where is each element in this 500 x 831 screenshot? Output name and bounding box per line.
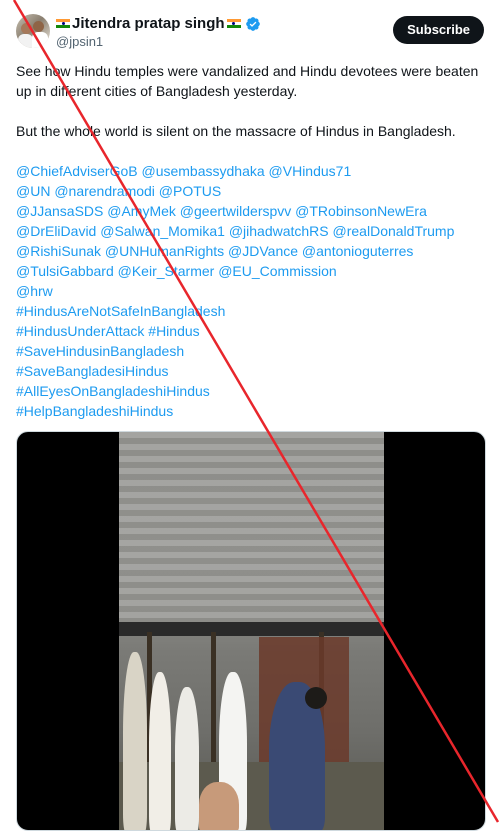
india-flag-icon <box>226 18 241 29</box>
video-thumbnail[interactable] <box>119 432 384 830</box>
tag-line[interactable]: @TulsiGabbard @Keir_Starmer @EU_Commissi… <box>16 261 484 281</box>
video-scene-roof <box>119 432 384 632</box>
hashtag-line[interactable]: #SaveHindusinBangladesh <box>16 341 484 361</box>
tag-line[interactable]: @JJansaSDS @AmyMek @geertwilderspvv @TRo… <box>16 201 484 221</box>
avatar[interactable] <box>16 14 50 48</box>
hashtag-line[interactable]: #HindusAreNotSafeInBangladesh <box>16 301 484 321</box>
video-scene-person <box>149 672 171 830</box>
tag-line[interactable]: @RishiSunak @UNHumanRights @JDVance @ant… <box>16 241 484 261</box>
video-scene-person <box>305 687 327 709</box>
subscribe-button[interactable]: Subscribe <box>393 16 484 44</box>
tweet-paragraph: See how Hindu temples were vandalized an… <box>16 63 479 99</box>
tweet-text: See how Hindu temples were vandalized an… <box>16 61 484 421</box>
tag-line[interactable]: @ChiefAdviserGoB @usembassydhaka @VHindu… <box>16 161 484 181</box>
hashtag-line[interactable]: #HelpBangladeshiHindus <box>16 401 484 421</box>
hashtag-line[interactable]: #AllEyesOnBangladeshiHindus <box>16 381 484 401</box>
video-scene-beam <box>119 622 384 636</box>
hashtag-line[interactable]: #SaveBangladesiHindus <box>16 361 484 381</box>
video-scene-person <box>175 687 199 830</box>
tweet-header: Jitendra pratap singh @jpsin1 Subscribe <box>16 14 484 54</box>
india-flag-icon <box>56 18 70 29</box>
hashtag-line[interactable]: #HindusUnderAttack #Hindus <box>16 321 484 341</box>
verified-badge-icon <box>245 16 260 31</box>
tweet-paragraph: But the whole world is silent on the mas… <box>16 123 456 139</box>
author-handle[interactable]: @jpsin1 <box>56 34 103 49</box>
video-scene-person <box>199 782 239 830</box>
tag-line[interactable]: @hrw <box>16 281 484 301</box>
video-player[interactable] <box>16 431 486 831</box>
tag-line[interactable]: @UN @narendramodi @POTUS <box>16 181 484 201</box>
video-scene-person <box>123 652 147 830</box>
tag-line[interactable]: @DrEliDavid @Salwan_Momika1 @jihadwatchR… <box>16 221 484 241</box>
author-name-row[interactable]: Jitendra pratap singh <box>56 15 261 32</box>
author-display-name[interactable]: Jitendra pratap singh <box>72 15 225 32</box>
